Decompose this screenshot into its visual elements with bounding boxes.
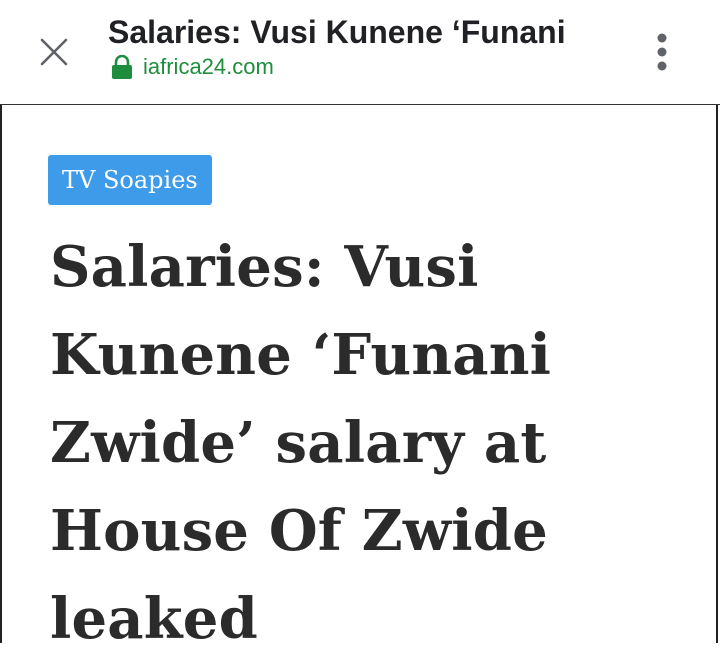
page-title: Salaries: Vusi Kunene ‘Funani (108, 14, 566, 50)
title-area: Salaries: Vusi Kunene ‘Funani iafrica24.… (108, 12, 628, 80)
article-content: TV Soapies Salaries: Vusi Kunene ‘Funani… (0, 105, 718, 652)
lock-icon (112, 55, 132, 79)
article-headline: Salaries: Vusi Kunene ‘Funani Zwide’ sal… (50, 234, 552, 652)
category-badge[interactable]: TV Soapies (48, 155, 212, 205)
menu-button[interactable] (640, 28, 684, 76)
close-button[interactable] (30, 28, 78, 76)
browser-toolbar: Salaries: Vusi Kunene ‘Funani iafrica24.… (0, 0, 720, 105)
url-text: iafrica24.com (143, 54, 274, 79)
url-row[interactable]: iafrica24.com (108, 54, 628, 80)
close-icon (40, 38, 68, 66)
more-vert-icon (657, 33, 667, 71)
